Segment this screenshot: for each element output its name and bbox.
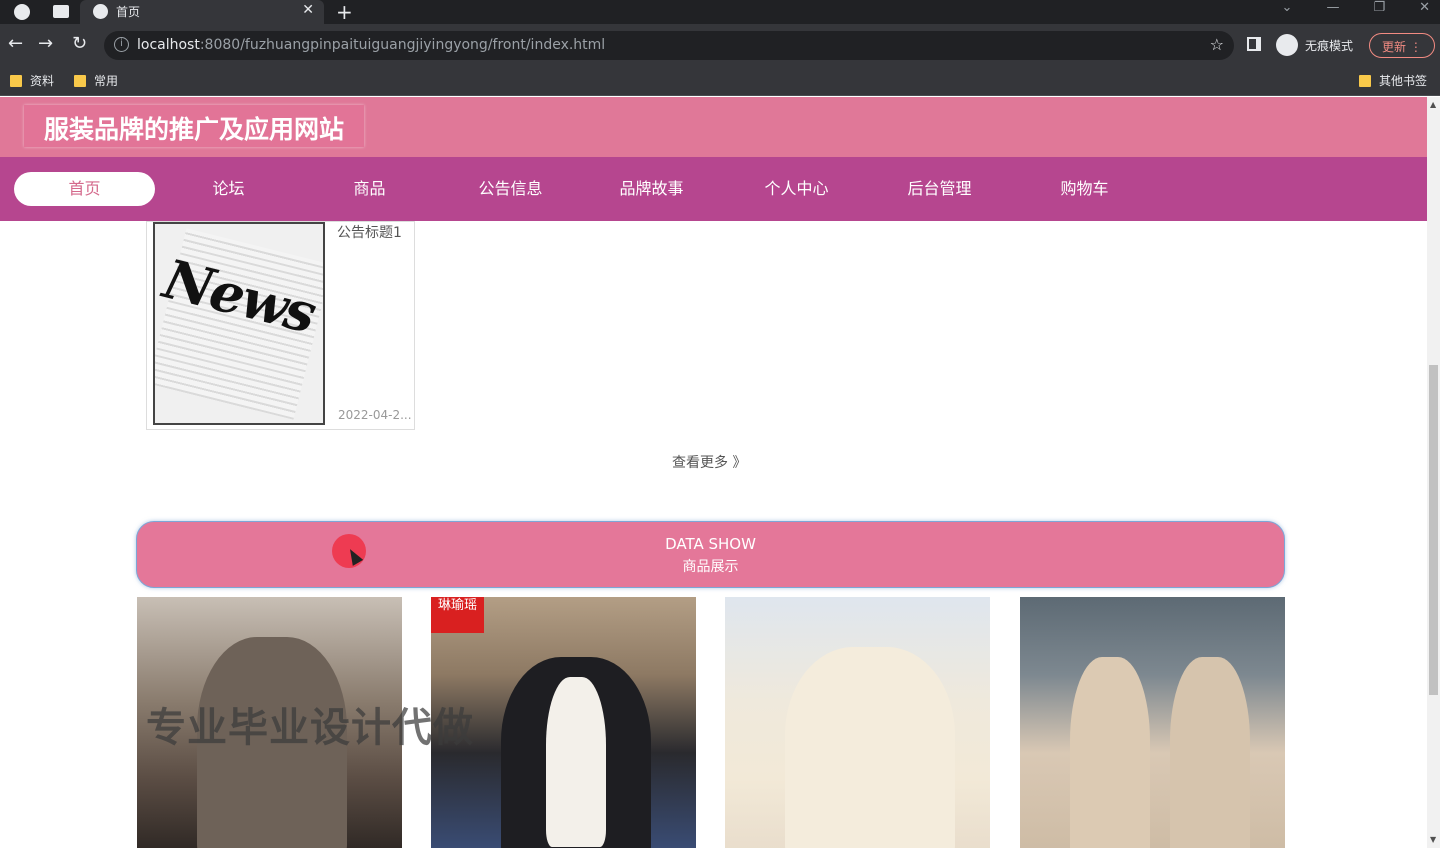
window-controls: ⌄ — ❐ ✕ xyxy=(1282,0,1430,15)
page-viewport: 服装品牌的推广及应用网站 首页 论坛 商品 公告信息 品牌故事 个人中心 后台管… xyxy=(0,97,1427,848)
url-path: :8080/fuzhuangpinpaituiguangjiyingyong/f… xyxy=(199,37,606,53)
banner-title-zh: 商品展示 xyxy=(682,559,739,575)
forward-icon[interactable]: → xyxy=(38,34,53,54)
bookmark-label: 资料 xyxy=(30,74,55,88)
restore-icon[interactable]: ❐ xyxy=(1373,0,1385,15)
nav-item-announcements[interactable]: 公告信息 xyxy=(440,172,581,206)
nav-item-brand-story[interactable]: 品牌故事 xyxy=(581,172,722,206)
info-icon[interactable]: i xyxy=(114,37,129,52)
banner-title-en: DATA SHOW xyxy=(665,535,756,553)
minimize-icon[interactable]: — xyxy=(1326,0,1339,15)
bookmark-folder-changyong[interactable]: 常用 xyxy=(74,72,118,89)
brand-tag: 琳瑜瑶 xyxy=(431,597,484,633)
product-card[interactable] xyxy=(725,597,990,848)
tab-title: 首页 xyxy=(116,5,141,19)
tab-favicon-icon xyxy=(93,4,108,19)
bookmark-star-icon[interactable]: ☆ xyxy=(1210,35,1224,54)
view-more-link[interactable]: 查看更多 》 xyxy=(672,452,746,472)
reload-icon[interactable]: ↻ xyxy=(72,34,87,54)
scroll-up-icon[interactable]: ▲ xyxy=(1430,100,1436,109)
close-window-icon[interactable]: ✕ xyxy=(1419,0,1430,15)
folder-icon xyxy=(1359,74,1371,87)
side-panel-icon[interactable] xyxy=(1247,37,1261,51)
page-scrollbar[interactable]: ▲ ▼ xyxy=(1427,97,1440,848)
product-image xyxy=(785,647,955,848)
other-bookmarks[interactable]: 其他书签 xyxy=(1359,72,1427,89)
data-show-banner: DATA SHOW 商品展示 xyxy=(136,521,1285,588)
news-image: News xyxy=(153,222,325,425)
site-title: 服装品牌的推广及应用网站 xyxy=(24,105,365,147)
globe-icon[interactable] xyxy=(14,4,30,20)
news-date: 2022-04-2... xyxy=(338,408,412,422)
nav-item-cart[interactable]: 购物车 xyxy=(1014,172,1155,206)
site-nav: 首页 论坛 商品 公告信息 品牌故事 个人中心 后台管理 购物车 xyxy=(0,157,1427,221)
product-card[interactable] xyxy=(1020,597,1285,848)
update-label: 更新 xyxy=(1382,40,1407,54)
bookmarks-bar: 资料 常用 其他书签 xyxy=(0,66,1440,96)
url-text[interactable]: localhost:8080/fuzhuangpinpaituiguangjiy… xyxy=(137,37,605,53)
nav-item-home[interactable]: 首页 xyxy=(14,172,155,206)
scroll-down-icon[interactable]: ▼ xyxy=(1430,835,1436,844)
other-bookmarks-label: 其他书签 xyxy=(1379,74,1428,88)
nav-item-forum[interactable]: 论坛 xyxy=(158,172,299,206)
nav-item-products[interactable]: 商品 xyxy=(299,172,440,206)
new-tab-icon[interactable]: + xyxy=(336,0,353,24)
folder-icon xyxy=(74,74,86,87)
browser-tab[interactable]: 首页 ✕ xyxy=(80,0,324,24)
url-host: localhost xyxy=(137,37,200,53)
bookmark-label: 常用 xyxy=(94,74,119,88)
bookmark-folder-ziliao[interactable]: 资料 xyxy=(10,72,54,89)
nav-item-admin[interactable]: 后台管理 xyxy=(869,172,1010,206)
browser-tab-bar: 首页 ✕ + ⌄ — ❐ ✕ xyxy=(0,0,1440,24)
folder-icon xyxy=(10,74,22,87)
incognito-label: 无痕模式 xyxy=(1305,39,1354,53)
scroll-thumb[interactable] xyxy=(1429,365,1438,695)
site-header: 服装品牌的推广及应用网站 xyxy=(0,97,1427,157)
incognito-icon[interactable] xyxy=(1276,34,1298,56)
tab-search-icon[interactable]: ⌄ xyxy=(1282,0,1293,15)
news-title[interactable]: 公告标题1 xyxy=(337,222,402,242)
address-bar[interactable]: i localhost:8080/fuzhuangpinpaituiguangj… xyxy=(104,31,1234,60)
watermark-text: 专业毕业设计代做 xyxy=(146,705,474,751)
close-tab-icon[interactable]: ✕ xyxy=(302,2,314,18)
product-image xyxy=(1170,657,1250,848)
nav-item-personal-center[interactable]: 个人中心 xyxy=(726,172,867,206)
product-image xyxy=(1070,657,1150,848)
update-button[interactable]: 更新 ⋮ xyxy=(1369,33,1435,58)
back-icon[interactable]: ← xyxy=(8,34,23,54)
news-card[interactable]: News 公告标题1 2022-04-2... xyxy=(146,221,415,430)
browser-toolbar: ← → ↻ i localhost:8080/fuzhuangpinpaitui… xyxy=(0,24,1440,66)
window-icon[interactable] xyxy=(53,5,69,18)
product-image-shirt xyxy=(546,677,606,847)
